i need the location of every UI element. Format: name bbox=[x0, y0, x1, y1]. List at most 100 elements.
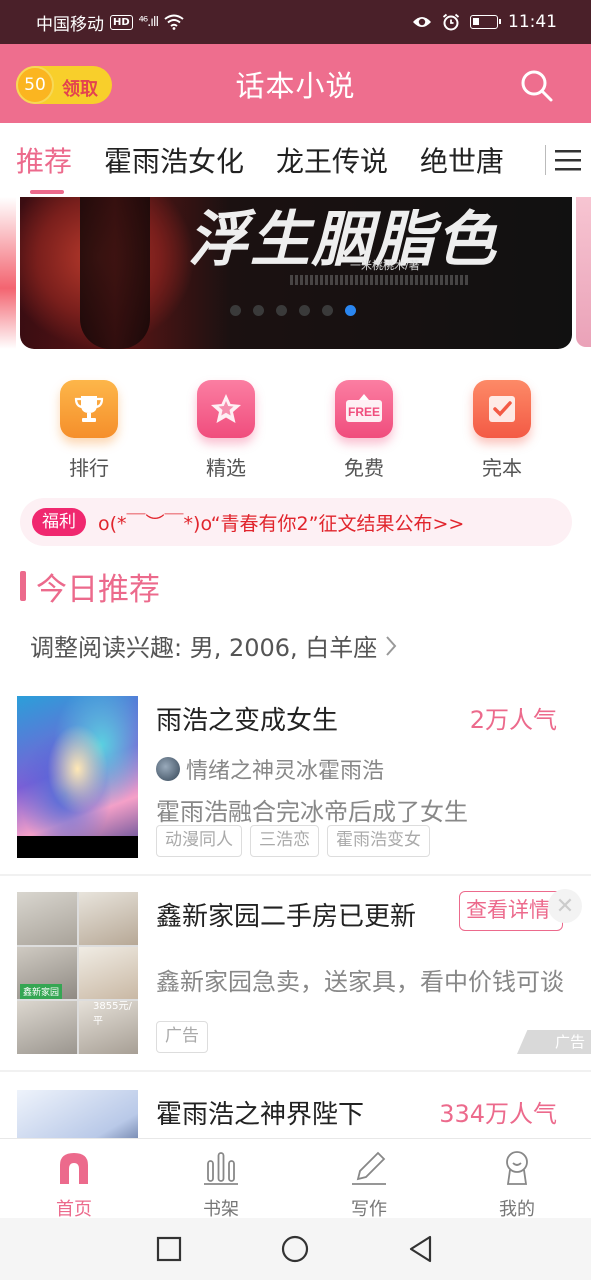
banner-peek-previous[interactable] bbox=[0, 197, 16, 349]
view-details-button[interactable]: 查看详情 bbox=[459, 891, 563, 931]
back-icon[interactable] bbox=[406, 1234, 436, 1264]
carousel-dot[interactable] bbox=[230, 305, 241, 316]
check-book-icon bbox=[473, 380, 531, 438]
eye-icon bbox=[413, 17, 431, 27]
tab-jueshi-tang[interactable]: 绝世唐 bbox=[404, 140, 520, 180]
completed-button[interactable]: 完本 bbox=[457, 380, 547, 481]
signal-icon: ⁴⁶.ıll bbox=[138, 14, 159, 30]
active-tab-indicator bbox=[30, 190, 64, 194]
free-button[interactable]: FREE 免费 bbox=[319, 380, 409, 481]
ad-cover-logo: 鑫新家园 bbox=[20, 984, 63, 999]
coin-icon: 50 bbox=[16, 66, 54, 104]
featured-label: 精选 bbox=[206, 456, 246, 480]
banner-title-art: 浮生胭脂色 bbox=[188, 205, 498, 275]
app-screen: 中国移动 HD ⁴⁶.ıll 11:41 50 领取 话本小说 推荐 霍雨浩女化… bbox=[0, 0, 591, 1280]
banner-carousel[interactable]: 浮生胭脂色 一米桃桃木/著 bbox=[20, 197, 572, 349]
recents-icon[interactable] bbox=[154, 1234, 184, 1264]
profile-icon bbox=[506, 1151, 528, 1185]
battery-icon bbox=[470, 15, 501, 29]
nav-bookshelf[interactable]: 书架 bbox=[161, 1139, 281, 1220]
book-tags: 动漫同人 三浩恋 霍雨浩变女 bbox=[156, 825, 430, 857]
ad-title[interactable]: 鑫新家园二手房已更新 bbox=[156, 896, 416, 933]
coin-amount: 50 bbox=[24, 75, 46, 95]
tab-longwang[interactable]: 龙王传说 bbox=[260, 140, 404, 180]
book-popularity: 2万人气 bbox=[469, 706, 557, 734]
status-bar: 中国移动 HD ⁴⁶.ıll 11:41 bbox=[0, 0, 591, 44]
author-avatar bbox=[156, 757, 180, 781]
book-cover[interactable] bbox=[17, 1090, 138, 1138]
home-circle-icon[interactable] bbox=[280, 1234, 310, 1264]
house-photo bbox=[78, 892, 138, 945]
ad-cover[interactable]: 鑫新家园 3855元/平 bbox=[17, 892, 138, 1054]
tab-huo-yuhao[interactable]: 霍雨浩女化 bbox=[88, 140, 260, 180]
book-title[interactable]: 雨浩之变成女生 bbox=[156, 700, 338, 737]
welfare-notice[interactable]: 福利 o(*￣︶￣*)o“青春有你2”征文结果公布>> bbox=[20, 498, 572, 546]
free-badge-text: FREE bbox=[348, 405, 380, 419]
row-divider bbox=[0, 874, 591, 876]
book-cover[interactable] bbox=[17, 696, 138, 858]
app-title: 话本小说 bbox=[235, 68, 356, 103]
book-popularity: 334万人气 bbox=[439, 1100, 557, 1128]
trophy-icon bbox=[60, 380, 118, 438]
app-header: 50 领取 话本小说 bbox=[0, 44, 591, 123]
row-divider bbox=[0, 1070, 591, 1072]
menu-icon bbox=[555, 150, 581, 171]
system-nav-bar bbox=[0, 1218, 591, 1280]
nav-profile[interactable]: 我的 bbox=[457, 1139, 577, 1220]
ad-tags: 广告 bbox=[156, 1021, 208, 1053]
star-icon bbox=[197, 380, 255, 438]
ad-cover-price: 3855元/平 bbox=[93, 1001, 132, 1027]
quick-actions: 排行 精选 FREE 免费 完本 bbox=[0, 380, 591, 480]
pencil-icon bbox=[352, 1151, 386, 1185]
book-card[interactable]: 雨浩之变成女生 2万人气 情绪之神灵冰霍雨浩 霍雨浩融合完冰帝后成了女生 动漫同… bbox=[0, 694, 591, 864]
section-accent-bar bbox=[20, 571, 26, 601]
category-tabs: 推荐 霍雨浩女化 龙王传说 绝世唐 bbox=[0, 123, 591, 197]
book-description: 霍雨浩融合完冰帝后成了女生 bbox=[156, 798, 468, 826]
hd-icon: HD bbox=[110, 14, 133, 30]
search-icon[interactable] bbox=[519, 68, 555, 104]
ad-tag: 广告 bbox=[156, 1021, 208, 1053]
cover-bottom-band bbox=[17, 836, 138, 858]
nav-write[interactable]: 写作 bbox=[309, 1139, 429, 1220]
ad-mark: 广告 bbox=[517, 1030, 591, 1054]
tabs-menu-button[interactable] bbox=[545, 123, 591, 197]
carousel-dot-active[interactable] bbox=[345, 305, 356, 316]
free-icon: FREE bbox=[335, 380, 393, 438]
close-ad-button[interactable]: ✕ bbox=[548, 889, 582, 923]
featured-button[interactable]: 精选 bbox=[181, 380, 271, 481]
book-tag[interactable]: 三浩恋 bbox=[250, 825, 319, 857]
interest-text: 调整阅读兴趣: 男, 2006, 白羊座 bbox=[30, 634, 378, 662]
author-name: 情绪之神灵冰霍雨浩 bbox=[186, 759, 385, 784]
carousel-dot[interactable] bbox=[253, 305, 264, 316]
banner-author: 一米桃桃木/著 bbox=[350, 259, 420, 272]
section-header: 今日推荐 bbox=[20, 568, 160, 608]
claim-label: 领取 bbox=[62, 79, 98, 100]
book-author[interactable]: 情绪之神灵冰霍雨浩 bbox=[156, 753, 384, 785]
ranking-button[interactable]: 排行 bbox=[44, 380, 134, 481]
carousel-dot[interactable] bbox=[299, 305, 310, 316]
bottom-nav: 首页 书架 写作 我的 bbox=[0, 1138, 591, 1220]
alarm-icon bbox=[442, 13, 460, 31]
chevron-right-icon bbox=[386, 635, 397, 656]
book-title[interactable]: 霍雨浩之神界陛下 bbox=[156, 1094, 364, 1131]
bookshelf-icon bbox=[204, 1152, 238, 1185]
book-tag[interactable]: 动漫同人 bbox=[156, 825, 242, 857]
nav-home[interactable]: 首页 bbox=[14, 1139, 134, 1220]
section-title: 今日推荐 bbox=[36, 571, 160, 608]
book-card[interactable]: 霍雨浩之神界陛下 334万人气 bbox=[0, 1088, 591, 1138]
house-photo bbox=[17, 892, 77, 945]
carousel-dot[interactable] bbox=[276, 305, 287, 316]
tab-recommend[interactable]: 推荐 bbox=[0, 140, 88, 180]
book-tag[interactable]: 霍雨浩变女 bbox=[327, 825, 430, 857]
adjust-interest-link[interactable]: 调整阅读兴趣: 男, 2006, 白羊座 bbox=[30, 628, 397, 663]
home-icon bbox=[60, 1153, 88, 1184]
claim-coins-button[interactable]: 50 领取 bbox=[16, 66, 112, 104]
banner-peek-next[interactable] bbox=[576, 197, 591, 347]
ad-description: 鑫新家园急卖，送家具，看中价钱可谈 bbox=[156, 968, 564, 996]
banner-figure-hair bbox=[80, 197, 150, 349]
banner-fineprint bbox=[290, 275, 470, 285]
close-icon: ✕ bbox=[555, 893, 575, 919]
carousel-dot[interactable] bbox=[322, 305, 333, 316]
welfare-tag: 福利 bbox=[32, 508, 86, 536]
wifi-icon bbox=[164, 14, 184, 30]
